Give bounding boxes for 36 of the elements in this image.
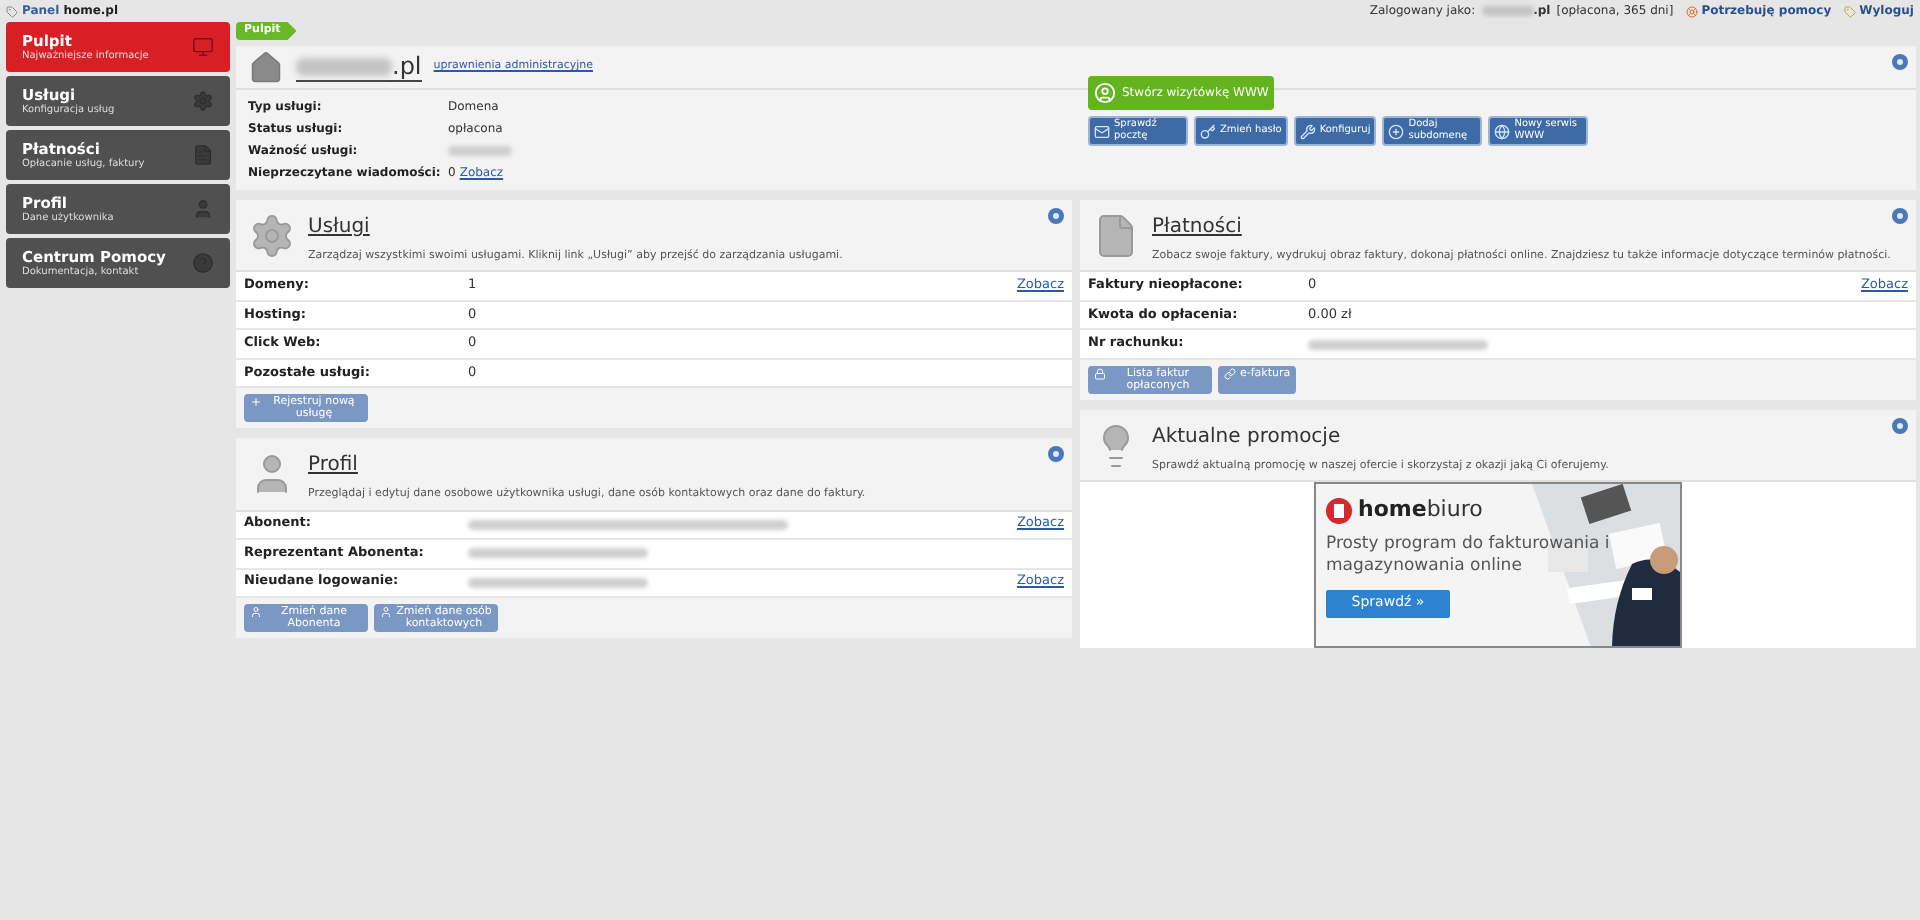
wrench-icon	[1299, 123, 1316, 139]
person-icon	[192, 198, 214, 220]
plus-icon	[1388, 123, 1405, 139]
document-icon	[192, 144, 214, 166]
panel-title[interactable]: Usługi	[308, 212, 843, 242]
help-icon[interactable]	[1892, 208, 1908, 224]
help-icon[interactable]	[1892, 54, 1908, 70]
gear-icon	[192, 90, 214, 112]
panel-title: Aktualne promocje	[1152, 423, 1343, 452]
envelope-icon	[1094, 123, 1110, 139]
logo-icon	[1326, 497, 1352, 524]
panel-title[interactable]: Płatności	[1152, 212, 1891, 242]
globe-icon	[1494, 123, 1511, 139]
help-icon[interactable]	[1892, 417, 1908, 434]
domain-suffix: .pl	[392, 53, 422, 79]
logo-icon	[6, 5, 18, 17]
house-icon	[248, 49, 284, 85]
help-icon[interactable]	[1048, 446, 1064, 463]
gear-icon	[248, 212, 296, 260]
monitor-icon	[192, 36, 214, 58]
key-icon	[1200, 123, 1216, 139]
person-icon	[380, 606, 392, 618]
help-icon[interactable]	[1048, 208, 1064, 224]
blurred-value	[296, 57, 392, 75]
plus-icon	[250, 396, 262, 409]
brand-name: homebiuro	[1358, 494, 1483, 526]
tag-icon	[1843, 5, 1856, 17]
lock-icon	[1094, 367, 1106, 380]
question-icon	[192, 252, 214, 274]
panel-title[interactable]: Profil	[308, 450, 866, 481]
ad-headline: Prosty program do fakturowania i magazynowania online	[1326, 533, 1612, 577]
person-icon	[1094, 82, 1116, 104]
blurred-value	[1481, 6, 1534, 16]
person-icon	[250, 606, 262, 618]
lifebuoy-icon	[1685, 5, 1698, 17]
link-icon	[1224, 367, 1236, 380]
